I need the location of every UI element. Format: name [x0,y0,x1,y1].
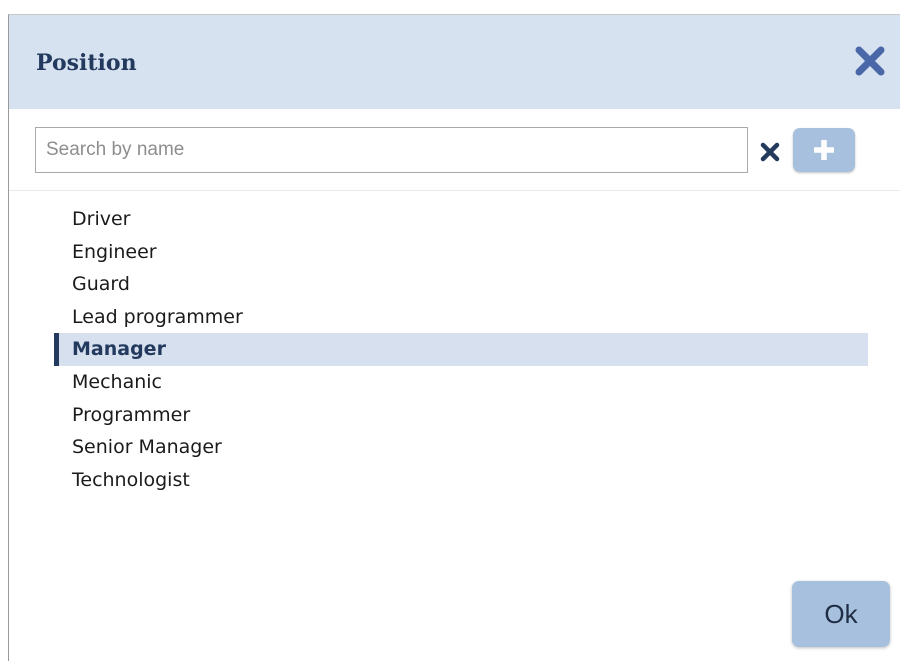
position-dialog: Position DriverEngineerGuardLead program… [8,14,900,661]
dialog-header: Position [9,15,900,109]
search-bar [9,109,900,191]
position-list: Driver Engineer Guard Lead programmer Manage… [9,203,900,496]
add-position-button[interactable] [793,128,855,172]
list-item[interactable]: Lead programmer [54,301,868,334]
list-item[interactable]: Engineer [54,236,868,269]
list-item[interactable]: Senior Manager [54,431,868,464]
list-item[interactable]: Manager [54,333,868,366]
close-button[interactable] [852,43,888,79]
list-item[interactable]: Guard [54,268,868,301]
list-item[interactable]: Programmer [54,399,868,432]
ok-button[interactable]: Ok [792,581,890,647]
plus-icon [814,140,834,160]
close-icon [855,46,885,76]
list-item[interactable]: Driver [54,203,868,236]
search-input[interactable] [35,127,748,173]
clear-search-button[interactable] [759,141,781,163]
list-item[interactable]: Mechanic [54,366,868,399]
list-item[interactable]: Technologist [54,464,868,497]
dialog-title: Position [36,50,137,76]
clear-icon [760,142,780,162]
